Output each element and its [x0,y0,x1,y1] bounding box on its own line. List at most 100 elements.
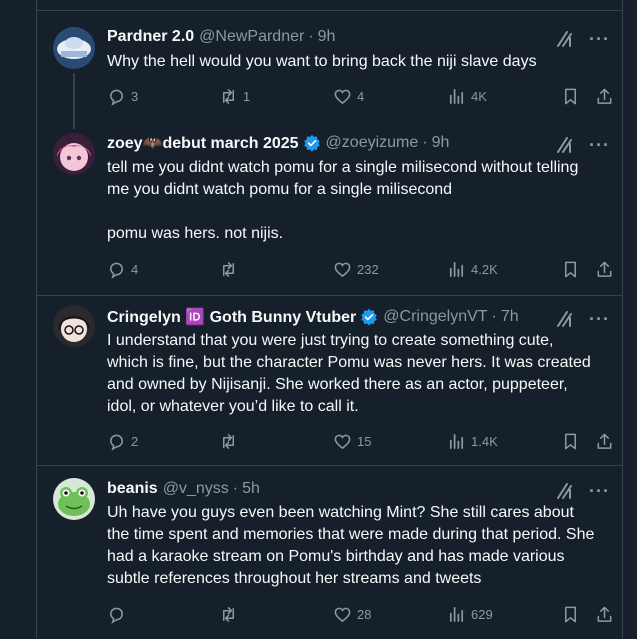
bookmark-button[interactable] [561,260,580,279]
like-count: 4 [357,88,365,104]
repost-count: 1 [243,88,251,104]
bookmark-icon [564,88,577,104]
views-button[interactable]: 1.4K [447,432,498,451]
separator-dot: · [308,28,314,45]
column-border-right [622,0,623,639]
timestamp[interactable]: 7h [501,308,519,326]
tweet-actions: 2 15 1.4K [107,430,617,452]
handle[interactable]: @CringelynVT [383,308,487,326]
bookmark-button[interactable] [561,432,580,451]
views-button[interactable]: 4.2K [447,260,498,279]
handle[interactable]: @zoeyizume [326,134,419,152]
display-name[interactable]: Cringelyn 🆔 Goth Bunny Vtuber [107,307,356,327]
like-count: 15 [357,433,372,449]
repost-icon [222,261,235,277]
reply-button[interactable]: 4 [107,260,138,279]
view-count: 4.2K [471,261,498,277]
reply-icon [110,262,123,279]
reply-icon [110,89,123,106]
views-button[interactable]: 629 [447,605,493,624]
repost-icon [222,88,235,104]
share-button[interactable] [595,87,614,106]
repost-button[interactable] [219,432,243,451]
tweet[interactable]: beanis @v_nyss · 5h ··· Uh have you guys… [37,466,622,639]
like-button[interactable]: 232 [333,260,379,279]
tweet-actions: 28 629 [107,603,617,625]
like-count: 232 [357,261,379,277]
avatar[interactable] [53,133,95,175]
timeline: Pardner 2.0 @NewPardner · 9h ··· Why the… [0,0,637,639]
reply-count: 2 [131,433,139,449]
timestamp[interactable]: 5h [242,480,260,498]
more-icon[interactable]: ··· [589,309,610,329]
reply-button[interactable]: 3 [107,87,138,106]
bookmark-icon [564,261,577,277]
views-icon [449,261,464,277]
views-icon [449,433,464,449]
share-icon [597,433,612,449]
bookmark-button[interactable] [561,87,580,106]
tweet-header: zoey🦇debut march 2025 @zoeyizume · 9h [107,133,612,153]
like-icon [334,262,351,277]
reply-button[interactable]: 2 [107,432,138,451]
tweet-header: Pardner 2.0 @NewPardner · 9h [107,27,612,47]
handle[interactable]: @NewPardner [199,28,304,46]
tweet-header: beanis @v_nyss · 5h [107,479,612,499]
view-count: 4K [471,88,487,104]
tweet-actions: 3 1 4 4K [107,85,617,107]
repost-button[interactable] [219,260,243,279]
reply-count: 4 [131,261,139,277]
like-icon [334,89,351,104]
views-button[interactable]: 4K [447,87,487,106]
avatar[interactable] [53,305,95,347]
grok-icon[interactable] [555,309,575,329]
view-count: 629 [471,606,493,622]
display-name[interactable]: beanis [107,480,158,498]
tweet-text: Why the hell would you want to bring bac… [107,53,537,70]
share-button[interactable] [595,260,614,279]
timestamp[interactable]: 9h [318,28,336,46]
grok-icon[interactable] [555,135,575,155]
thread-line [73,73,75,121]
display-name[interactable]: Pardner 2.0 [107,28,194,46]
bookmark-icon [564,433,577,449]
repost-button[interactable]: 1 [219,87,250,106]
views-icon [449,88,464,104]
view-count: 1.4K [471,433,498,449]
like-icon [334,607,351,622]
tweet-text: I understand that you were just trying t… [107,332,596,415]
bookmark-icon [564,606,577,622]
more-icon[interactable]: ··· [589,135,610,155]
share-button[interactable] [595,432,614,451]
separator-dot: · [232,480,239,497]
share-icon [597,261,612,277]
verified-badge-icon [361,308,378,326]
display-name[interactable]: zoey🦇debut march 2025 [107,133,299,153]
share-button[interactable] [595,605,614,624]
handle[interactable]: @v_nyss [163,480,229,498]
tweet-text: tell me you didnt watch pomu for a singl… [107,159,579,242]
tweet-actions: 4 232 4.2K [107,258,617,280]
like-icon [334,434,351,449]
avatar[interactable] [53,27,95,69]
avatar[interactable] [53,478,95,520]
reply-button[interactable] [107,605,131,624]
more-icon[interactable]: ··· [589,481,610,501]
repost-button[interactable] [219,605,243,624]
timestamp[interactable]: 9h [432,134,450,152]
separator-dot: · [422,134,428,151]
thread-line [73,121,75,129]
tweet[interactable]: Pardner 2.0 @NewPardner · 9h ··· Why the… [37,11,622,121]
tweet[interactable]: Cringelyn 🆔 Goth Bunny Vtuber @Cringelyn… [37,296,622,466]
views-icon [449,606,464,622]
verified-badge-icon [303,134,320,152]
more-icon[interactable]: ··· [589,29,610,49]
like-button[interactable]: 15 [333,432,371,451]
like-button[interactable]: 4 [333,87,364,106]
bookmark-button[interactable] [561,605,580,624]
tweet-header: Cringelyn 🆔 Goth Bunny Vtuber @Cringelyn… [107,307,612,327]
tweet[interactable]: zoey🦇debut march 2025 @zoeyizume · 9h ··… [37,121,622,296]
grok-icon[interactable] [555,481,575,501]
like-button[interactable]: 28 [333,605,371,624]
grok-icon[interactable] [555,29,575,49]
